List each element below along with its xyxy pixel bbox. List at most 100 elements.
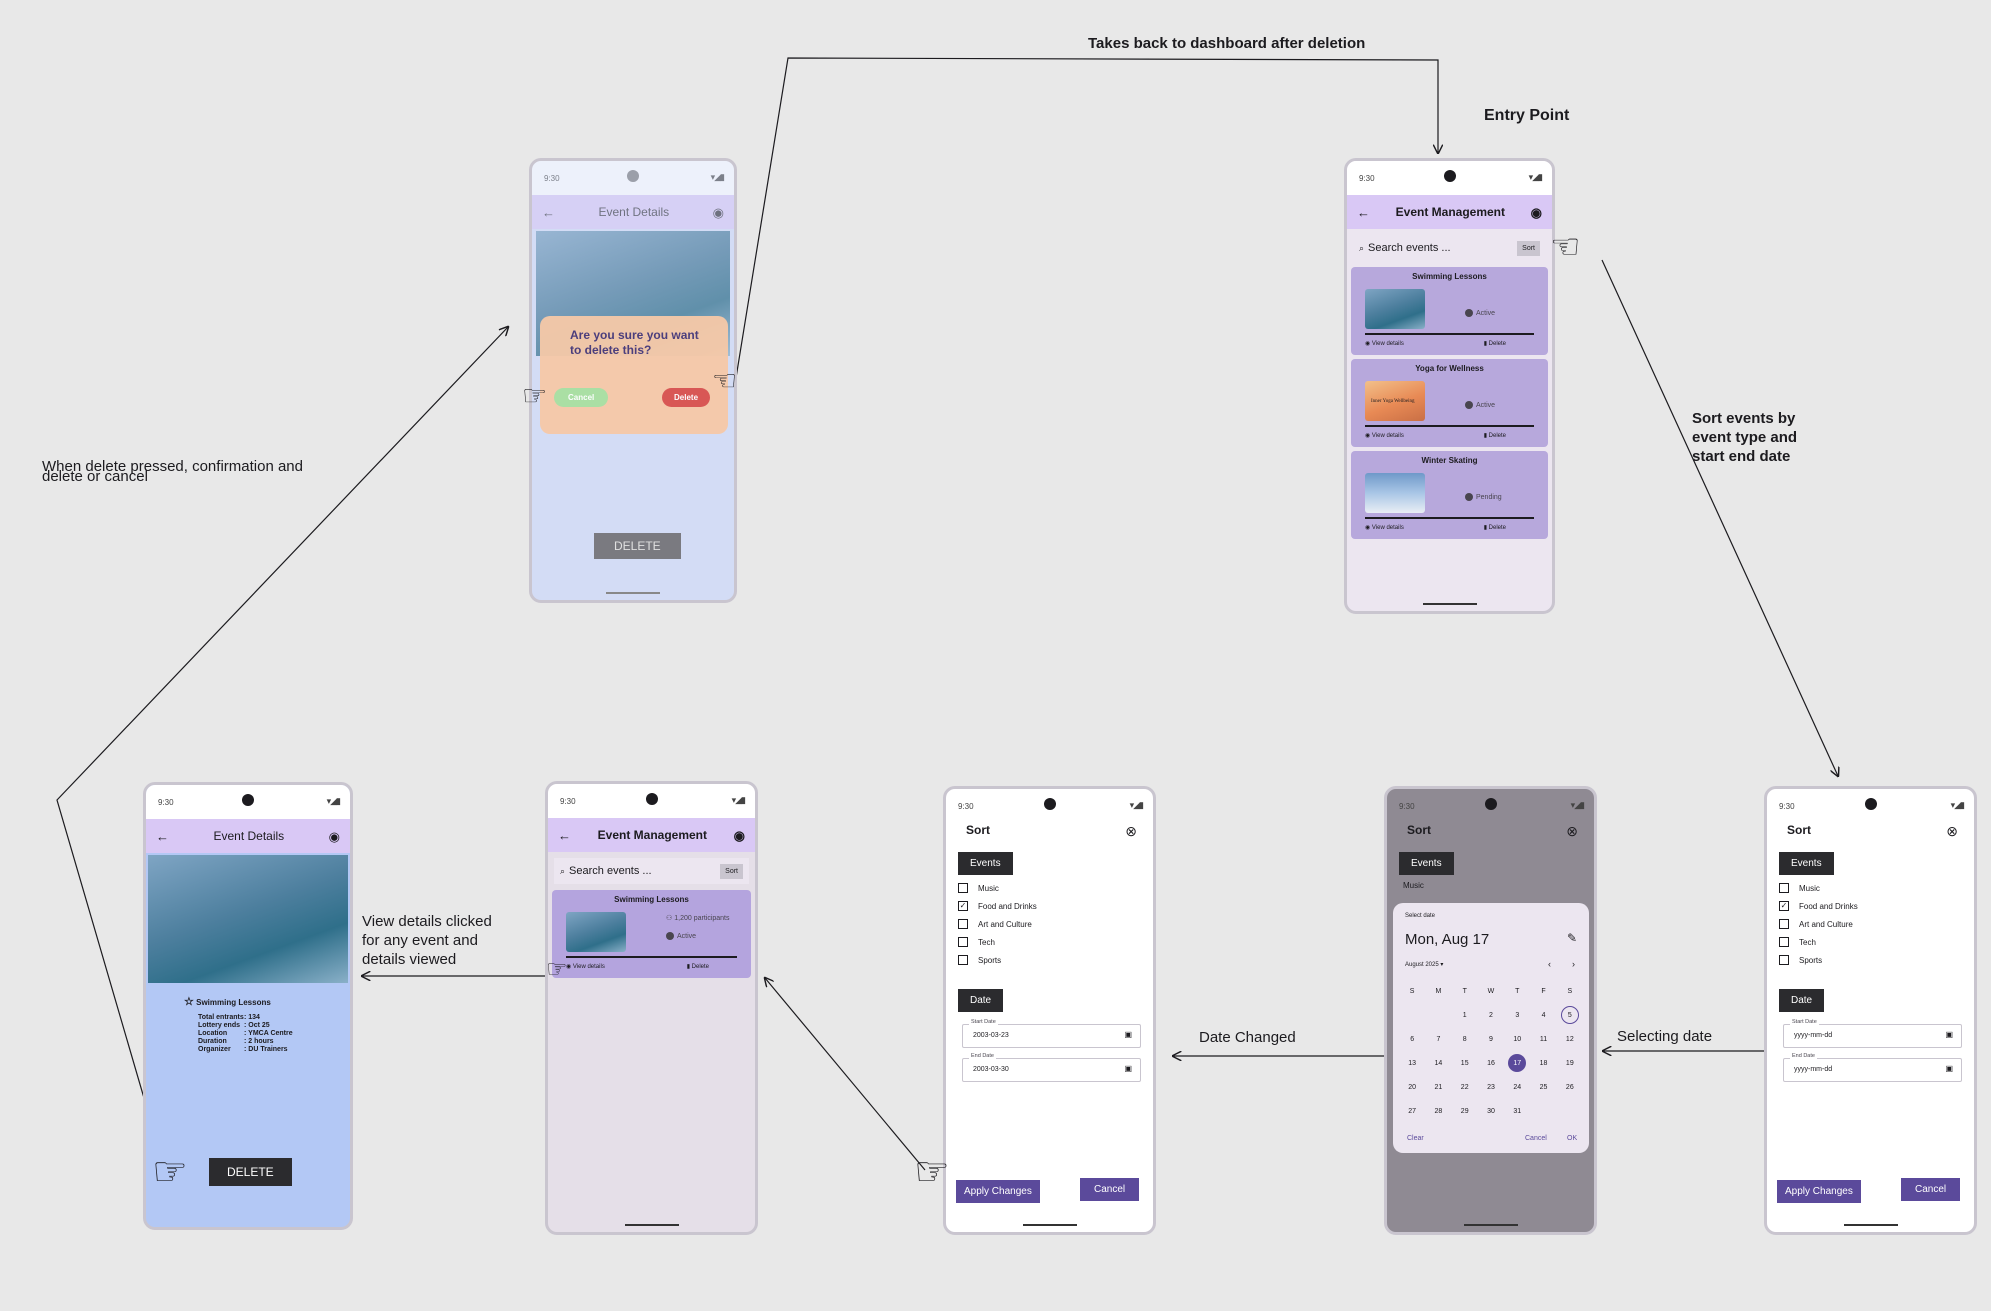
back-arrow-icon[interactable]: ← (156, 830, 169, 843)
events-chip[interactable]: Events (1399, 852, 1454, 875)
calendar-icon[interactable]: ▣ (1945, 1064, 1953, 1073)
prev-month-icon[interactable]: ‹ (1548, 959, 1551, 969)
checkbox-box[interactable] (1779, 937, 1789, 947)
profile-icon[interactable]: ◉ (329, 830, 340, 843)
pencil-icon[interactable]: ✎ (1567, 931, 1577, 945)
delete-link[interactable]: ▮ Delete (1484, 432, 1506, 439)
calendar-day[interactable]: 2 (1482, 1006, 1500, 1024)
view-details-link[interactable]: ◉ View details (1365, 524, 1404, 531)
sort-button[interactable]: Sort (720, 863, 743, 879)
calendar-icon[interactable]: ▣ (1945, 1030, 1953, 1039)
calendar-day[interactable]: 28 (1429, 1102, 1447, 1120)
cancel-button[interactable]: Cancel (1080, 1178, 1140, 1201)
date-chip[interactable]: Date (958, 989, 1004, 1012)
sort-button[interactable]: Sort (1517, 240, 1540, 256)
calendar-day[interactable]: 3 (1508, 1006, 1526, 1024)
calendar-day[interactable]: 10 (1508, 1030, 1526, 1048)
star-icon[interactable]: ☆ (184, 996, 194, 1008)
calendar-day[interactable]: 31 (1508, 1102, 1526, 1120)
search-bar[interactable]: ⌕ Search events ... Sort (1353, 235, 1546, 261)
delete-confirm-button[interactable]: Delete (662, 388, 711, 407)
events-chip[interactable]: Events (958, 852, 1013, 875)
calendar-day[interactable]: 26 (1561, 1078, 1579, 1096)
ok-button[interactable]: OK (1567, 1135, 1577, 1142)
delete-button[interactable]: DELETE (209, 1158, 292, 1186)
checkbox-box[interactable] (958, 955, 968, 965)
calendar-day[interactable]: 17 (1508, 1054, 1527, 1072)
calendar-day[interactable]: 11 (1535, 1030, 1553, 1048)
category-checkbox[interactable]: Art and Culture (958, 919, 1153, 929)
calendar-day[interactable]: 14 (1429, 1054, 1447, 1072)
search-input[interactable]: Search events ... (1368, 242, 1517, 254)
calendar-day[interactable]: 15 (1456, 1054, 1474, 1072)
delete-link[interactable]: ▮ Delete (1484, 524, 1506, 531)
calendar-day[interactable]: 4 (1535, 1006, 1553, 1024)
calendar-day[interactable]: 16 (1482, 1054, 1500, 1072)
calendar-day[interactable]: 24 (1508, 1078, 1526, 1096)
search-bar[interactable]: ⌕ Search events ... Sort (554, 858, 749, 884)
end-date-field[interactable]: End Date yyyy-mm-dd ▣ (1783, 1053, 1962, 1082)
calendar-day[interactable]: 6 (1403, 1030, 1421, 1048)
delete-link[interactable]: ▮ Delete (687, 963, 709, 970)
calendar-day[interactable]: 29 (1456, 1102, 1474, 1120)
calendar-day[interactable]: 12 (1561, 1030, 1579, 1048)
calendar-day[interactable]: 13 (1403, 1054, 1421, 1072)
checkbox-box[interactable] (1779, 919, 1789, 929)
calendar-day[interactable]: 5 (1560, 1006, 1579, 1024)
event-card[interactable]: Swimming Lessons ⚇ 1,200 participants Ac… (552, 890, 751, 978)
calendar-day[interactable]: 21 (1429, 1078, 1447, 1096)
calendar-day[interactable]: 18 (1535, 1054, 1553, 1072)
view-details-link[interactable]: ◉ View details (1365, 340, 1404, 347)
end-date-field[interactable]: End Date 2003-03-30 ▣ (962, 1053, 1141, 1082)
close-icon[interactable]: ⊗ (1566, 823, 1578, 840)
delete-link[interactable]: ▮ Delete (1484, 340, 1506, 347)
calendar-day[interactable]: 19 (1561, 1054, 1579, 1072)
checkbox-box[interactable] (958, 919, 968, 929)
profile-icon[interactable]: ◉ (1531, 206, 1542, 219)
profile-icon[interactable]: ◉ (713, 206, 724, 219)
category-checkbox[interactable]: Tech (958, 937, 1153, 947)
category-checkbox[interactable]: Sports (958, 955, 1153, 965)
event-card[interactable]: Swimming Lessons Active ◉ View details ▮… (1351, 267, 1548, 355)
calendar-icon[interactable]: ▣ (1124, 1064, 1132, 1073)
checkbox-box[interactable]: ✓ (1779, 901, 1789, 911)
calendar-day[interactable]: 9 (1482, 1030, 1500, 1048)
view-details-link[interactable]: ◉ View details (1365, 432, 1404, 439)
checkbox-box[interactable]: ✓ (958, 901, 968, 911)
event-card[interactable]: Winter Skating Pending ◉ View details ▮ … (1351, 451, 1548, 539)
checkbox-box[interactable] (1779, 955, 1789, 965)
category-checkbox[interactable]: Art and Culture (1779, 919, 1974, 929)
next-month-icon[interactable]: › (1572, 959, 1575, 969)
events-chip[interactable]: Events (1779, 852, 1834, 875)
cancel-button[interactable]: Cancel (1525, 1135, 1547, 1142)
date-chip[interactable]: Date (1779, 989, 1825, 1012)
apply-changes-button[interactable]: Apply Changes (1777, 1180, 1861, 1203)
category-checkbox[interactable]: Tech (1779, 937, 1974, 947)
back-arrow-icon[interactable]: ← (542, 206, 555, 219)
close-icon[interactable]: ⊗ (1946, 823, 1958, 840)
calendar-day[interactable]: 25 (1535, 1078, 1553, 1096)
view-details-link[interactable]: ◉ View details (566, 963, 605, 970)
search-input[interactable]: Search events ... (569, 865, 720, 877)
calendar-day[interactable]: 8 (1456, 1030, 1474, 1048)
profile-icon[interactable]: ◉ (734, 829, 745, 842)
back-arrow-icon[interactable]: ← (1357, 206, 1370, 219)
back-arrow-icon[interactable]: ← (558, 829, 571, 842)
close-icon[interactable]: ⊗ (1125, 823, 1137, 840)
checkbox-box[interactable] (1779, 883, 1789, 893)
delete-button[interactable]: DELETE (594, 533, 681, 559)
event-card[interactable]: Yoga for Wellness Inner Yoga Wellbeing A… (1351, 359, 1548, 447)
calendar-day[interactable]: 7 (1429, 1030, 1447, 1048)
calendar-icon[interactable]: ▣ (1124, 1030, 1132, 1039)
clear-button[interactable]: Clear (1407, 1135, 1424, 1142)
cancel-button[interactable]: Cancel (1901, 1178, 1961, 1201)
calendar-day[interactable]: 1 (1456, 1006, 1474, 1024)
month-dropdown[interactable]: August 2025 ▾ (1405, 961, 1443, 968)
calendar-day[interactable]: 23 (1482, 1078, 1500, 1096)
apply-changes-button[interactable]: Apply Changes (956, 1180, 1040, 1203)
category-checkbox[interactable]: ✓ Food and Drinks (1779, 901, 1974, 911)
calendar-day[interactable]: 20 (1403, 1078, 1421, 1096)
start-date-field[interactable]: Start Date 2003-03-23 ▣ (962, 1019, 1141, 1048)
calendar-day[interactable]: 22 (1456, 1078, 1474, 1096)
category-checkbox[interactable]: ✓ Food and Drinks (958, 901, 1153, 911)
